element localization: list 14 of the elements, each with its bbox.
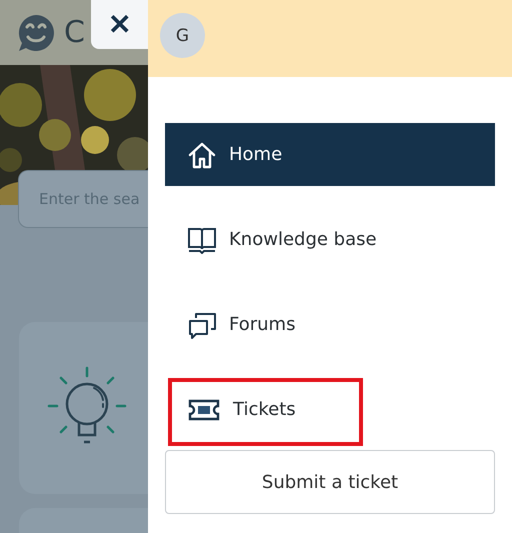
book-icon: [187, 226, 217, 254]
nav-item[interactable]: Tickets: [165, 378, 495, 441]
home-icon: [187, 140, 217, 168]
avatar: G: [160, 13, 205, 58]
search-field[interactable]: Enter the sea: [18, 170, 148, 228]
ticket-icon: [187, 398, 221, 422]
nav-item[interactable]: Knowledge base: [165, 208, 495, 271]
close-button[interactable]: ✕: [91, 0, 148, 49]
site-title: C: [64, 15, 85, 50]
nav-item[interactable]: Forums: [165, 293, 495, 356]
chat-icon: [187, 310, 217, 338]
submit-ticket-button[interactable]: Submit a ticket: [165, 450, 495, 514]
chat-bubble-logo-icon: [16, 12, 56, 52]
nav-item[interactable]: Home: [165, 123, 495, 186]
